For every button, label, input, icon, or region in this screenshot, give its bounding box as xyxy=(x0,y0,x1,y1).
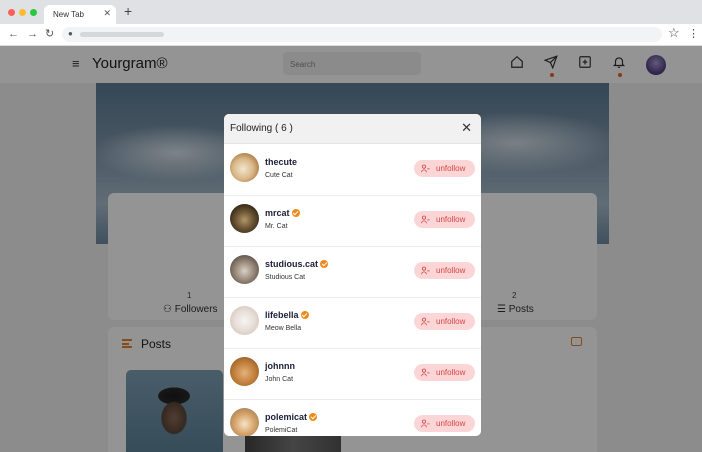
modal-header: Following ( 6 ) ✕ xyxy=(224,114,481,144)
unfollow-label: unfollow xyxy=(436,266,466,275)
url-placeholder-bar xyxy=(80,32,164,37)
username-text: thecute xyxy=(265,157,298,167)
unfollow-label: unfollow xyxy=(436,317,466,326)
forward-icon[interactable]: → xyxy=(27,28,38,40)
following-list[interactable]: thecute Cute Cat unfollow mrcat Mr. Cat unfol… xyxy=(224,145,481,436)
display-name: Mr. Cat xyxy=(265,223,288,230)
username-text: polemicat xyxy=(265,412,308,422)
unfollow-button[interactable]: unfollow xyxy=(414,160,475,177)
list-item: studious.cat Studious Cat unfollow xyxy=(224,247,481,298)
user-minus-icon xyxy=(421,164,430,173)
lock-icon: ● xyxy=(68,29,73,38)
avatar[interactable] xyxy=(230,357,259,386)
user-minus-icon xyxy=(421,317,430,326)
user-minus-icon xyxy=(421,266,430,275)
user-minus-icon xyxy=(421,368,430,377)
tab-title: New Tab xyxy=(53,10,84,19)
avatar[interactable] xyxy=(230,204,259,233)
verified-badge-icon xyxy=(309,413,318,421)
list-item: polemicat PolemiCat unfollow xyxy=(224,400,481,436)
display-name: Cute Cat xyxy=(265,172,293,179)
unfollow-button[interactable]: unfollow xyxy=(414,211,475,228)
list-item: thecute Cute Cat unfollow xyxy=(224,145,481,196)
avatar[interactable] xyxy=(230,408,259,436)
username[interactable]: mrcat xyxy=(265,208,300,218)
browser-toolbar: ← → ↻ ● ☆ ⋮ xyxy=(0,24,702,46)
window-minimize-dot[interactable] xyxy=(19,9,26,16)
reload-icon[interactable]: ↻ xyxy=(45,28,54,40)
username[interactable]: studious.cat xyxy=(265,259,329,269)
unfollow-button[interactable]: unfollow xyxy=(414,364,475,381)
browser-tab-strip: New Tab ✕ + xyxy=(0,0,702,24)
username[interactable]: thecute xyxy=(265,157,297,167)
verified-badge-icon xyxy=(300,311,309,319)
window-close-dot[interactable] xyxy=(8,9,15,16)
bookmark-star-icon[interactable]: ☆ xyxy=(668,26,680,40)
verified-badge-icon xyxy=(320,260,329,268)
user-minus-icon xyxy=(421,215,430,224)
username[interactable]: lifebella xyxy=(265,310,309,320)
unfollow-label: unfollow xyxy=(436,215,466,224)
following-modal: Following ( 6 ) ✕ thecute Cute Cat unfollo… xyxy=(224,114,481,436)
back-icon[interactable]: ← xyxy=(8,28,19,40)
modal-title: Following ( 6 ) xyxy=(230,123,293,134)
avatar[interactable] xyxy=(230,255,259,284)
user-minus-icon xyxy=(421,419,430,428)
tab-close-icon[interactable]: ✕ xyxy=(103,8,111,19)
list-item: johnnn John Cat unfollow xyxy=(224,349,481,400)
username-text: studious.cat xyxy=(265,259,319,269)
new-tab-button[interactable]: + xyxy=(124,4,132,18)
browser-tab[interactable]: New Tab ✕ xyxy=(44,5,116,24)
close-icon[interactable]: ✕ xyxy=(461,121,472,134)
window-maximize-dot[interactable] xyxy=(30,9,37,16)
list-item: lifebella Meow Bella unfollow xyxy=(224,298,481,349)
username-text: mrcat xyxy=(265,208,290,218)
username-text: johnnn xyxy=(265,361,295,371)
username[interactable]: johnnn xyxy=(265,361,295,371)
display-name: Meow Bella xyxy=(265,325,302,332)
unfollow-button[interactable]: unfollow xyxy=(414,415,475,432)
avatar[interactable] xyxy=(230,306,259,335)
unfollow-label: unfollow xyxy=(436,419,466,428)
list-item: mrcat Mr. Cat unfollow xyxy=(224,196,481,247)
unfollow-button[interactable]: unfollow xyxy=(414,313,475,330)
display-name: Studious Cat xyxy=(265,274,306,281)
display-name: PolemiCat xyxy=(265,427,298,434)
address-bar[interactable]: ● xyxy=(62,27,662,42)
browser-menu-icon[interactable]: ⋮ xyxy=(688,27,699,40)
unfollow-label: unfollow xyxy=(436,164,466,173)
username-text: lifebella xyxy=(265,310,299,320)
display-name: John Cat xyxy=(265,376,294,383)
avatar[interactable] xyxy=(230,153,259,182)
verified-badge-icon xyxy=(291,209,300,217)
unfollow-button[interactable]: unfollow xyxy=(414,262,475,279)
username[interactable]: polemicat xyxy=(265,412,318,422)
unfollow-label: unfollow xyxy=(436,368,466,377)
